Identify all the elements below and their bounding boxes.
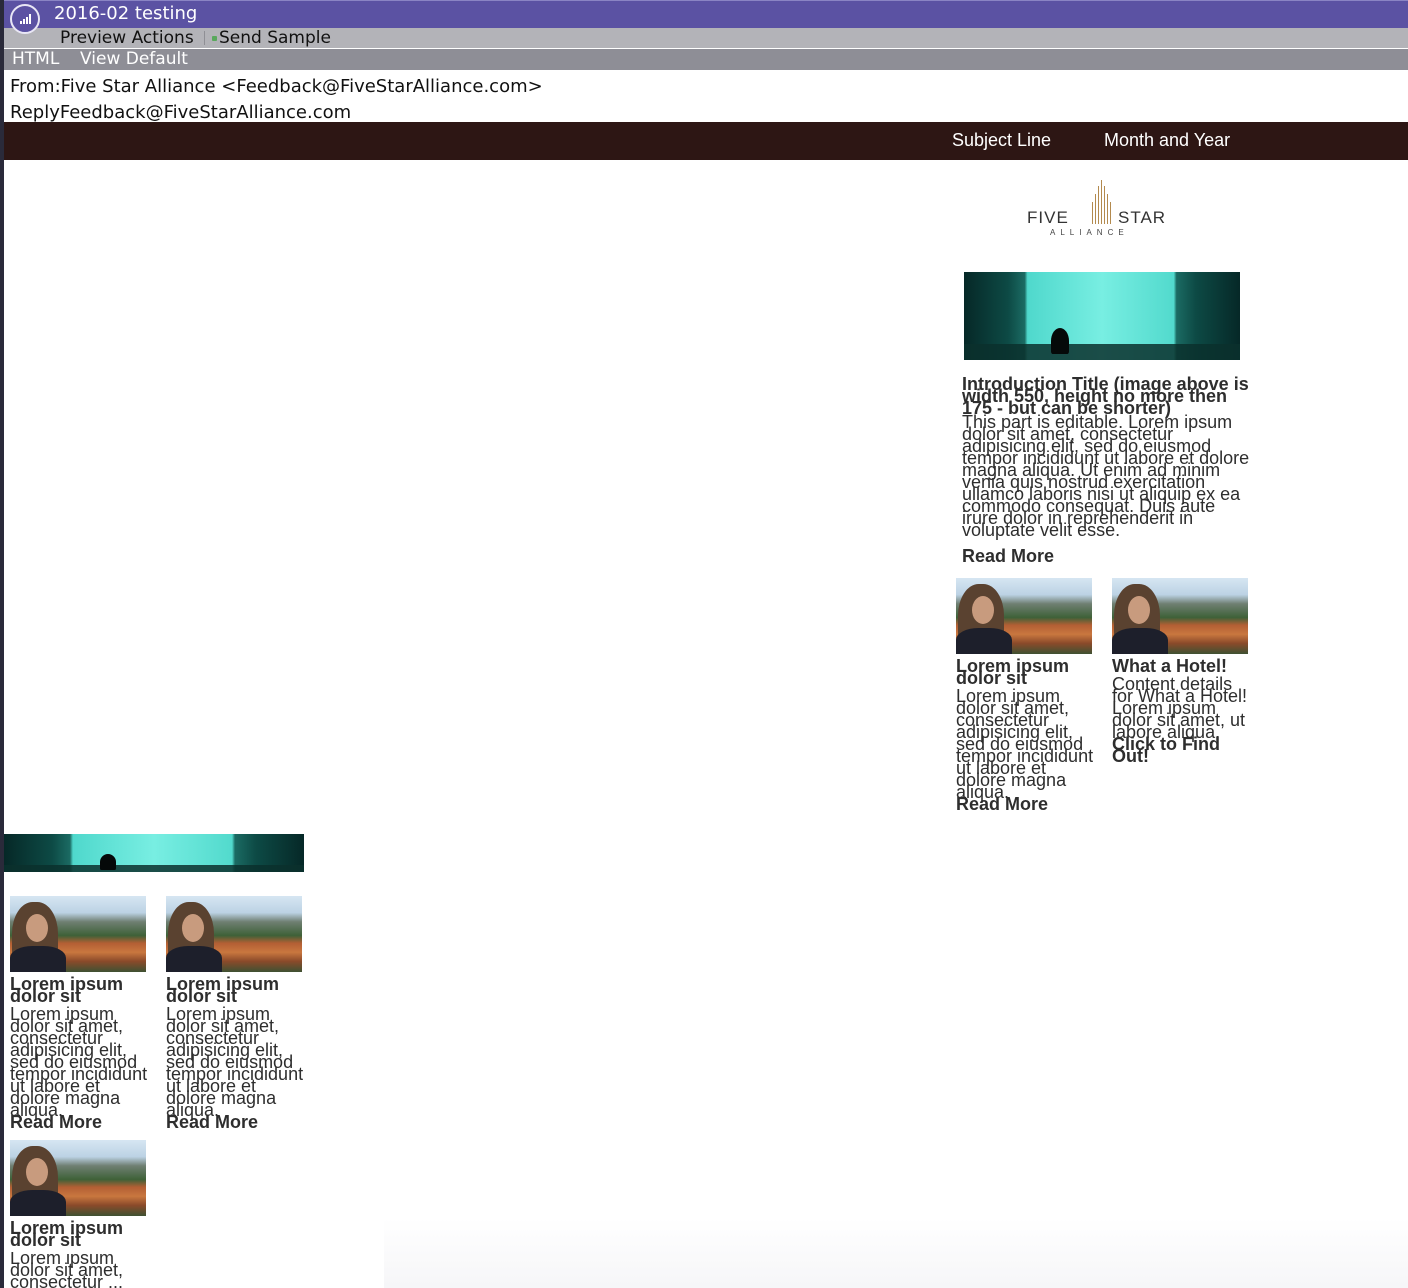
card-1-title: Lorem ipsum dolor sit	[956, 656, 1070, 688]
marketo-logo-icon[interactable]	[10, 4, 40, 34]
actions-toolbar: Preview Actions Send Sample	[4, 28, 1408, 48]
logo-word-five: FIVE	[1027, 208, 1069, 227]
logo-word-star: STAR	[1118, 208, 1167, 227]
reply-to-field: ReplyFeedback@FiveStarAlliance.com	[10, 102, 352, 123]
card-2-find-out-link[interactable]: Click to Find Out!	[1112, 735, 1237, 765]
preview-actions-menu[interactable]: Preview Actions	[60, 28, 194, 48]
card-2-image	[1112, 578, 1248, 654]
view-default-menu[interactable]: View Default	[80, 49, 188, 70]
lower-card-2-read-more-link[interactable]: Read More	[166, 1113, 258, 1131]
card-1-read-more-link[interactable]: Read More	[956, 795, 1048, 813]
title-bar: 2016-02 testing	[4, 0, 1408, 28]
lower-card-3-image	[10, 1140, 146, 1216]
lower-card-1-title: Lorem ipsum dolor sit	[10, 974, 124, 1006]
card-2-title: What a Hotel!	[1112, 656, 1227, 676]
five-star-alliance-logo: FIVE STAR ALLIANCE	[1024, 178, 1184, 238]
lower-card-2-body: Lorem ipsum dolor sit amet, consectetur …	[166, 1004, 304, 1120]
window-title: 2016-02 testing	[54, 3, 198, 24]
intro-title: Introduction Title (image above is width…	[962, 374, 1249, 418]
send-sample-label: Send Sample	[219, 28, 331, 48]
intro-body: This part is editable. Lorem ipsum dolor…	[962, 412, 1250, 540]
card-2-body: Content details for What a Hotel! Lorem …	[1112, 674, 1248, 742]
lower-card-1-read-more-link[interactable]: Read More	[10, 1113, 102, 1131]
from-field: From:Five Star Alliance <Feedback@FiveSt…	[10, 76, 543, 97]
window-shadow	[384, 1218, 1408, 1288]
lower-hero-image	[4, 834, 304, 872]
intro-read-more-link[interactable]: Read More	[962, 547, 1054, 565]
logo-subtitle: ALLIANCE	[1050, 228, 1129, 237]
view-toolbar: HTML View Default	[4, 49, 1408, 70]
send-icon	[212, 35, 217, 41]
lower-card-2-title: Lorem ipsum dolor sit	[166, 974, 280, 1006]
send-sample-button[interactable]: Send Sample	[212, 28, 331, 48]
card-1-body: Lorem ipsum dolor sit amet, consectetur …	[956, 686, 1094, 802]
lower-card-2-image	[166, 896, 302, 972]
email-preview-window: 2016-02 testing Preview Actions Send Sam…	[4, 0, 1408, 1288]
lower-card-1-image	[10, 896, 146, 972]
toolbar-divider	[204, 31, 205, 45]
lower-card-3-body: Lorem ipsum dolor sit amet, consectetur …	[10, 1252, 124, 1288]
html-view-tab[interactable]: HTML	[12, 49, 59, 70]
card-1-image	[956, 578, 1092, 654]
hero-image	[964, 272, 1240, 360]
email-header-band: Subject Line Month and Year	[4, 122, 1408, 160]
subject-line-text: Subject Line	[952, 130, 1052, 150]
lower-card-1-body: Lorem ipsum dolor sit amet, consectetur …	[10, 1004, 148, 1120]
lower-card-3-title: Lorem ipsum dolor sit	[10, 1218, 124, 1250]
month-year-text: Month and Year	[1104, 130, 1231, 150]
